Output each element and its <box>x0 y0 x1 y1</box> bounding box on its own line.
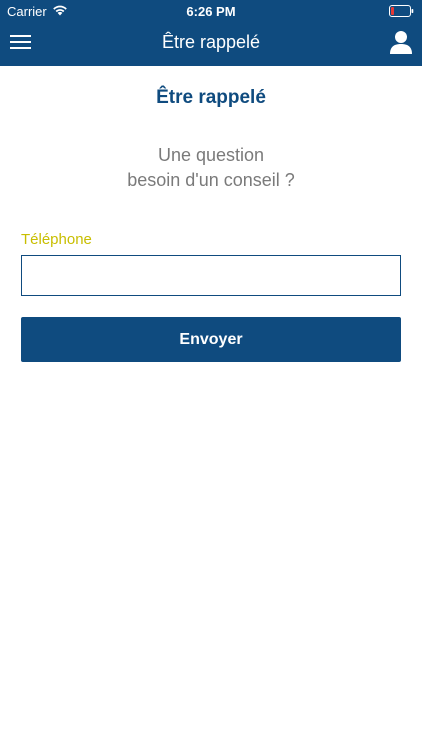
status-bar: Carrier 6:26 PM <box>0 0 422 22</box>
phone-input[interactable] <box>21 255 401 296</box>
intro-text: Une question besoin d'un conseil ? <box>0 143 422 193</box>
nav-title: Être rappelé <box>161 32 261 52</box>
phone-label: Téléphone <box>21 231 92 248</box>
intro-line-1: Une question <box>157 145 265 165</box>
user-icon[interactable] <box>390 30 412 54</box>
intro-line-2: besoin d'un conseil ? <box>127 170 295 190</box>
app-header: Carrier 6:26 PM Être rappelé <box>0 0 422 66</box>
nav-bar: Être rappelé <box>0 22 422 66</box>
send-button[interactable]: Envoyer <box>21 317 401 362</box>
battery-low-icon <box>389 5 414 17</box>
status-time: 6:26 PM <box>186 4 236 19</box>
page-title: Être rappelé <box>156 87 266 108</box>
